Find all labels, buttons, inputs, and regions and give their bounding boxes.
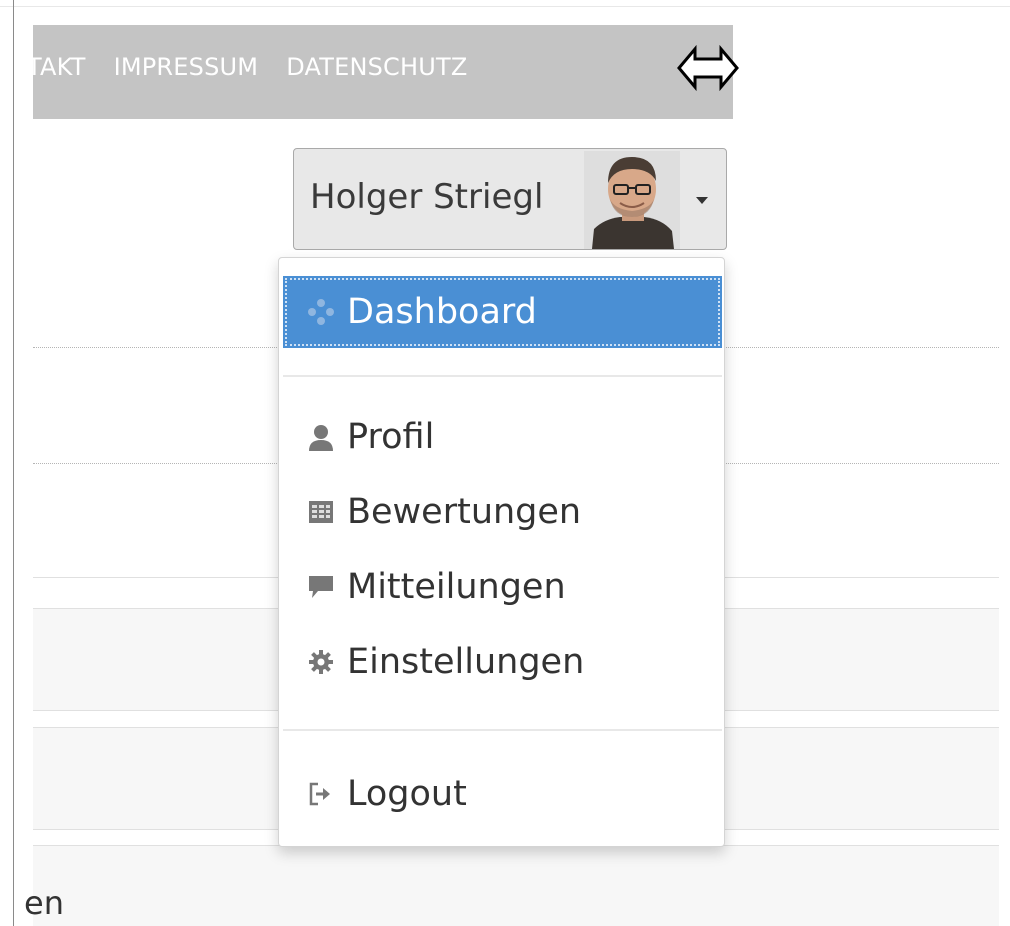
table-row: [33, 845, 999, 926]
comment-icon: [305, 571, 337, 603]
app-frame: TAKT IMPRESSUM DATENSCHUTZ Holger Strieg…: [0, 0, 1010, 926]
nav-link-datenschutz[interactable]: DATENSCHUTZ: [286, 53, 467, 81]
window-left-edge: [13, 0, 14, 926]
cut-off-text: en: [24, 884, 64, 922]
dashboard-icon: [305, 296, 337, 328]
menu-item-label: Bewertungen: [347, 492, 582, 532]
top-nav-links: TAKT IMPRESSUM DATENSCHUTZ: [33, 25, 633, 109]
nav-link-impressum[interactable]: IMPRESSUM: [114, 53, 259, 81]
user-menu-button[interactable]: Holger Striegl: [293, 148, 727, 250]
menu-item-label: Einstellungen: [347, 642, 585, 682]
user-name: Holger Striegl: [310, 177, 544, 217]
menu-item-bewertungen[interactable]: Bewertungen: [283, 476, 722, 548]
menu-item-mitteilungen[interactable]: Mitteilungen: [283, 551, 722, 623]
user-dropdown-menu: Dashboard Profil Bewertungen Mitteilunge…: [278, 257, 725, 847]
chevron-down-icon: [696, 197, 708, 204]
menu-item-logout[interactable]: Logout: [283, 758, 722, 830]
menu-divider: [283, 729, 722, 731]
user-icon: [305, 421, 337, 453]
table-icon: [305, 496, 337, 528]
top-nav-bar: TAKT IMPRESSUM DATENSCHUTZ: [33, 25, 739, 119]
avatar: [584, 151, 680, 249]
menu-item-einstellungen[interactable]: Einstellungen: [283, 626, 722, 698]
gear-icon: [305, 646, 337, 678]
resize-horizontal-icon[interactable]: [675, 37, 741, 99]
menu-item-profil[interactable]: Profil: [283, 401, 722, 473]
menu-item-label: Profil: [347, 417, 435, 457]
menu-item-label: Dashboard: [347, 292, 537, 332]
nav-link-kontakt[interactable]: TAKT: [33, 53, 86, 81]
window-top-edge: [0, 6, 1010, 7]
menu-item-dashboard[interactable]: Dashboard: [283, 276, 722, 348]
menu-divider: [283, 375, 722, 377]
logout-icon: [305, 778, 337, 810]
menu-item-label: Mitteilungen: [347, 567, 566, 607]
menu-item-label: Logout: [347, 774, 467, 814]
